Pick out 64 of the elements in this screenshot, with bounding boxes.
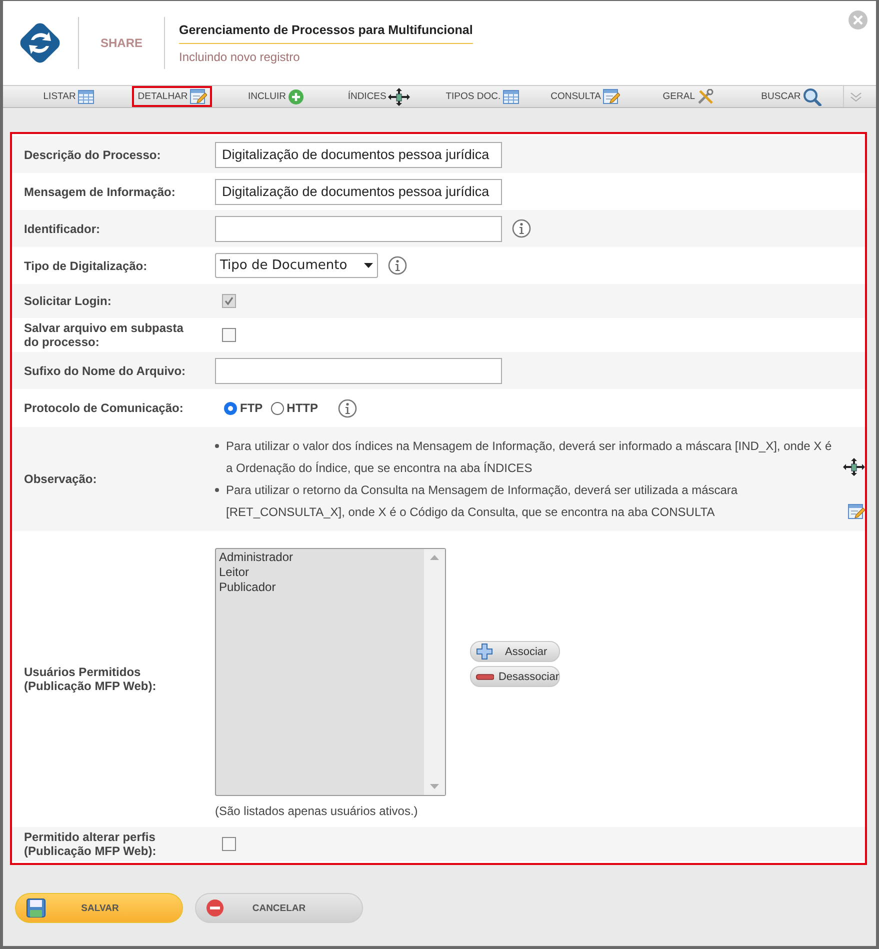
field-label: Tipo de Digitalização: [24, 258, 148, 272]
field-label: Solicitar Login: [24, 294, 112, 308]
minus-circle-icon [206, 899, 224, 917]
text-field[interactable] [215, 216, 502, 242]
scroll-up-icon[interactable] [430, 555, 439, 560]
text-field[interactable] [215, 358, 502, 384]
toolbar-tab[interactable]: CONSULTA [534, 86, 637, 107]
save-button[interactable]: SALVAR [15, 893, 183, 923]
toolbar-tab[interactable]: LISTAR [17, 86, 120, 107]
dropdown[interactable]: Tipo de Documento [215, 253, 378, 278]
list-item[interactable]: Publicador [219, 580, 421, 595]
info-icon[interactable] [512, 219, 531, 238]
radio-option[interactable]: HTTP [270, 401, 318, 415]
toolbar-tab[interactable]: DETALHAR [132, 86, 212, 107]
list-item[interactable]: Leitor [219, 565, 421, 580]
field-label: Observação: [24, 472, 98, 486]
field-label: Mensagem de Informação: [24, 184, 176, 198]
field-label: Protocolo de Comunicação: [24, 401, 184, 415]
tools-icon [696, 88, 714, 104]
toolbar-tab[interactable]: GERAL [636, 86, 740, 107]
table-icon [502, 90, 519, 104]
info-icon[interactable] [388, 256, 407, 275]
list-item[interactable]: Administrador [219, 550, 421, 565]
radio-option[interactable]: FTP [224, 401, 263, 415]
field-label: Salvar arquivo em subpasta do processo: [24, 321, 184, 349]
field-label: Descrição do Processo: [24, 148, 162, 162]
toolbar-tab[interactable]: ÍNDICES [328, 86, 431, 107]
collapse-icon[interactable] [850, 90, 862, 102]
field-label: Sufixo do Nome do Arquivo: [24, 364, 187, 378]
user-listbox[interactable]: Administrador Leitor Publicador [215, 548, 446, 796]
scroll-down-icon[interactable] [430, 784, 439, 789]
hint-text: (São listados apenas usuários ativos.) [215, 804, 419, 818]
toolbar-tab[interactable]: INCLUIR [224, 86, 328, 107]
caret-icon [364, 263, 373, 268]
add-icon [288, 88, 304, 104]
close-icon[interactable] [848, 10, 868, 30]
field-label: Usuários Permitidos (Publicação MFP Web): [24, 665, 158, 693]
checkbox[interactable] [222, 837, 236, 851]
text-field[interactable]: Digitalização de documentos pessoa jurídica [215, 142, 502, 168]
table-icon [78, 90, 94, 104]
info-icon[interactable] [338, 398, 358, 418]
window-title: Gerenciamento de Processos para Multifuncional [179, 22, 473, 44]
search-icon [802, 88, 822, 106]
field-label: Permitido alterar perfis (Publicação MFP Web): [24, 830, 158, 858]
note-text: Para utilizar o retorno da Consulta na Mensagem de Informação, deverá ser utilizada a máscara [RET_CONSULTA_X], onde X é o Código da Consulta, que se encontra na aba CONSULTA [226, 482, 739, 521]
brand-name: SHARE [99, 36, 144, 50]
text-field[interactable]: Digitalização de documentos pessoa jurídica [215, 178, 502, 204]
subtitle: Incluindo novo registro [179, 50, 301, 64]
toolbar-tab[interactable]: BUSCAR [740, 86, 844, 107]
note-text: Para utilizar o valor dos índices na Mensagem de Informação, deverá ser informado a máscara [IND_X], onde X é a Ordenação do Índice, que se encontra na aba ÍNDICES [226, 438, 833, 477]
checkbox[interactable] [222, 328, 236, 342]
field-label: Identificador: [24, 222, 102, 236]
associate-button[interactable]: Associar [470, 641, 560, 662]
edit-icon [602, 88, 620, 104]
dissociate-button[interactable]: Desassociar [470, 666, 560, 687]
move-arrows-icon [388, 88, 410, 106]
plus-icon [476, 643, 493, 660]
bullet-icon [215, 444, 219, 448]
bullet-icon [215, 488, 219, 492]
cancel-button[interactable]: CANCELAR [195, 893, 363, 923]
move-arrows-icon [843, 458, 865, 476]
edit-icon [190, 88, 207, 104]
toolbar-tab[interactable]: TIPOS DOC. [430, 86, 534, 107]
minus-icon [476, 674, 494, 680]
